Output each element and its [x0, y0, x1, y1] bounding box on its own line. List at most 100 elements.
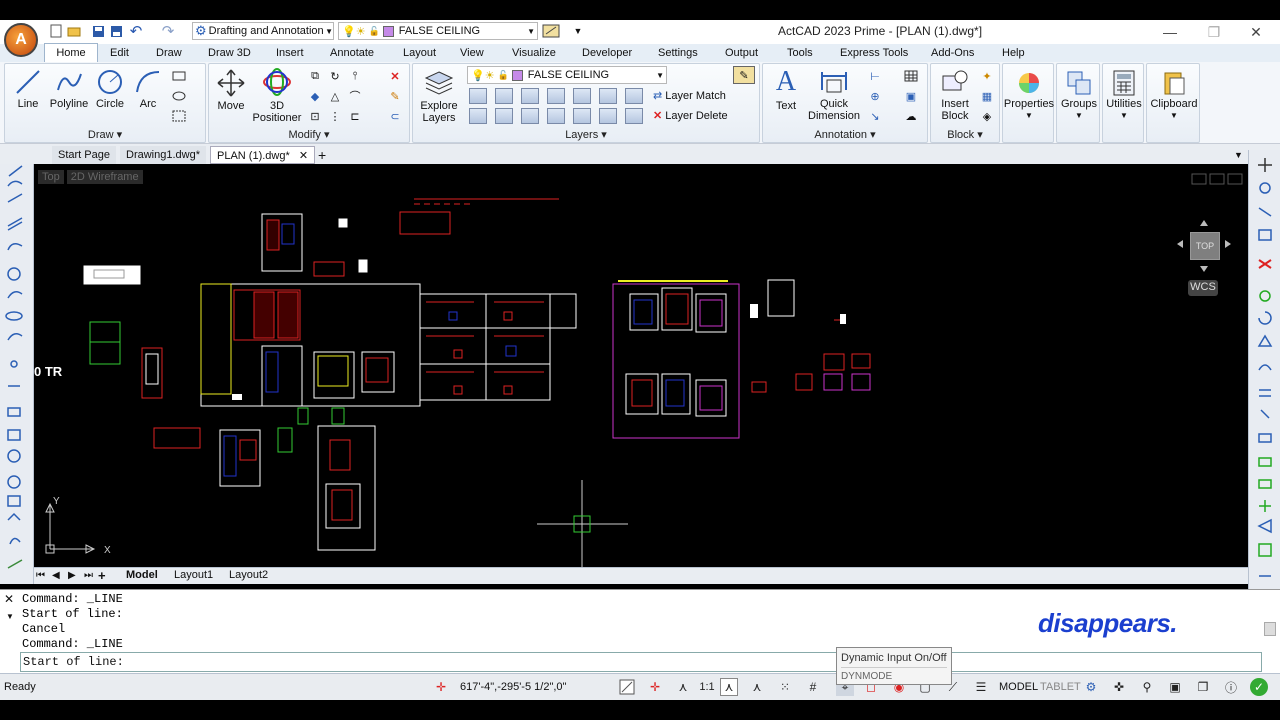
3d-positioner-button[interactable]: 3D Positioner	[251, 66, 303, 124]
open-folder-icon[interactable]	[66, 22, 82, 40]
tab-insert[interactable]: Insert	[276, 44, 304, 62]
tab-tools[interactable]: Tools	[787, 44, 813, 62]
layer-tool-icon[interactable]	[495, 108, 513, 124]
layout-tab-model[interactable]: Model	[126, 568, 158, 583]
insert-block-button[interactable]: Insert Block	[935, 68, 975, 122]
move-button[interactable]: Move	[213, 68, 249, 112]
tab-draw-3d[interactable]: Draw 3D	[208, 44, 251, 62]
tab-list-chevron-icon[interactable]: ▼	[1228, 146, 1249, 164]
undo-icon[interactable]: ↶	[128, 22, 144, 40]
circle-button[interactable]: Circle	[93, 68, 127, 110]
table-icon[interactable]	[903, 68, 919, 84]
ellipse-icon[interactable]	[171, 88, 187, 104]
tab-settings[interactable]: Settings	[658, 44, 698, 62]
ucs-menu[interactable]: WCS	[1188, 280, 1218, 296]
join-icon[interactable]: ⊂	[387, 108, 403, 124]
tab-help[interactable]: Help	[1002, 44, 1025, 62]
lock-ui-icon[interactable]: ⚲	[1138, 678, 1156, 696]
tab-annotate[interactable]: Annotate	[330, 44, 374, 62]
properties-button[interactable]: Properties ▼	[1003, 70, 1055, 122]
info-icon[interactable]: ⓘ	[1222, 678, 1240, 696]
layer-tool-icon[interactable]	[625, 88, 643, 104]
leader-icon[interactable]: ↘	[867, 108, 883, 124]
save-icon[interactable]	[90, 22, 106, 40]
qat-customize-icon[interactable]: ▼	[570, 22, 586, 40]
command-input[interactable]: Start of line:	[20, 652, 1262, 672]
last-layout-icon[interactable]: ⏭	[84, 568, 93, 583]
layer-properties-icon[interactable]	[540, 22, 562, 40]
tab-add-ons[interactable]: Add-Ons	[931, 44, 974, 62]
tab-express-tools[interactable]: Express Tools	[840, 44, 908, 62]
save-as-icon[interactable]	[108, 22, 124, 40]
modify-panel-title[interactable]: Modify ▾	[209, 128, 409, 141]
text-button[interactable]: A Text	[771, 66, 801, 112]
tab-home[interactable]: Home	[44, 43, 98, 62]
command-scrollbar[interactable]	[1264, 622, 1276, 636]
first-layout-icon[interactable]: ⏮	[36, 568, 45, 583]
layers-panel-title[interactable]: Layers ▾	[413, 128, 759, 141]
new-tab-icon[interactable]: +	[312, 146, 332, 164]
annotation-panel-title[interactable]: Annotation ▾	[763, 128, 927, 141]
add-layout-icon[interactable]: +	[98, 568, 106, 583]
customize-menu-icon[interactable]: ☰	[972, 678, 990, 696]
stretch-icon[interactable]: △	[327, 88, 343, 104]
layer-tool-icon[interactable]	[547, 88, 565, 104]
annotation-scale-icon[interactable]	[618, 678, 636, 696]
view-name[interactable]: Top	[38, 170, 64, 184]
layer-tool-icon[interactable]	[599, 88, 617, 104]
prev-layout-icon[interactable]: ◀	[52, 568, 60, 583]
grid-display-icon[interactable]: #	[804, 678, 822, 696]
redo-icon[interactable]: ↷	[160, 22, 176, 40]
tab-output[interactable]: Output	[725, 44, 758, 62]
settings-gear-icon[interactable]: ⚙	[1082, 678, 1100, 696]
doc-tab-start-page[interactable]: Start Page	[52, 146, 116, 164]
rectangle-icon[interactable]	[171, 68, 187, 84]
tab-draw[interactable]: Draw	[156, 44, 182, 62]
arc-button[interactable]: Arc	[133, 68, 163, 110]
close-icon[interactable]: ✕	[1236, 22, 1276, 42]
close-tab-icon[interactable]: ✕	[299, 150, 308, 162]
create-block-icon[interactable]: ✦	[979, 68, 995, 84]
layer-tool-icon[interactable]	[599, 108, 617, 124]
snap-settings-icon[interactable]: ✜	[1110, 678, 1128, 696]
viewport-labels[interactable]: Top 2D Wireframe	[38, 170, 146, 184]
fillet-icon[interactable]: ⌒	[347, 88, 363, 104]
new-file-icon[interactable]	[48, 22, 64, 40]
linear-dimension-icon[interactable]: ⊢	[867, 68, 883, 84]
layer-tool-icon[interactable]	[521, 88, 539, 104]
array-icon[interactable]: ⋮	[327, 108, 343, 124]
check-status-icon[interactable]: ✓	[1250, 678, 1268, 696]
layer-delete-button[interactable]: ✕ Layer Delete	[653, 110, 728, 122]
close-command-window-icon[interactable]: ✕	[4, 592, 14, 606]
layer-tool-icon[interactable]	[625, 108, 643, 124]
window-tile-icon[interactable]: ❐	[1194, 678, 1212, 696]
layer-tool-icon[interactable]	[573, 108, 591, 124]
grid-dots-icon[interactable]: ⁙	[776, 678, 794, 696]
mirror-icon[interactable]: ◆	[307, 88, 323, 104]
layer-tool-icon[interactable]	[573, 88, 591, 104]
workspace-select[interactable]: ⚙ Drafting and Annotation ▼	[192, 22, 334, 40]
layer-select-ribbon[interactable]: 💡 ☀ 🔓 FALSE CEILING ▼	[467, 66, 667, 84]
tab-developer[interactable]: Developer	[582, 44, 632, 62]
erase-icon[interactable]: ✕	[387, 68, 403, 84]
layer-tool-icon[interactable]	[521, 108, 539, 124]
fullscreen-icon[interactable]: ▣	[1166, 678, 1184, 696]
coordinate-display[interactable]: 617'-4",-295'-5 1/2",0"	[460, 681, 566, 693]
explore-layers-button[interactable]: Explore Layers	[417, 68, 461, 124]
layout-tab-layout2[interactable]: Layout2	[229, 568, 268, 583]
layout-tab-layout1[interactable]: Layout1	[174, 568, 213, 583]
explode-icon[interactable]: ✎	[387, 88, 403, 104]
tab-edit[interactable]: Edit	[110, 44, 129, 62]
view-cube[interactable]: TOP	[1190, 232, 1220, 260]
layer-tool-icon[interactable]	[495, 88, 513, 104]
drawing-canvas[interactable]: Y X	[34, 164, 1248, 567]
layer-match-button[interactable]: ⇄ Layer Match	[653, 90, 726, 102]
restore-icon[interactable]: ❐	[1194, 22, 1234, 42]
visual-style[interactable]: 2D Wireframe	[66, 170, 143, 184]
minimize-icon[interactable]: —	[1150, 22, 1190, 42]
copy-icon[interactable]: ⧉	[307, 68, 323, 84]
line-button[interactable]: Line	[13, 68, 43, 110]
edit-block-icon[interactable]: ▦	[979, 88, 995, 104]
quick-dimension-button[interactable]: Quick Dimension	[807, 68, 861, 122]
layer-tool-icon[interactable]	[469, 108, 487, 124]
